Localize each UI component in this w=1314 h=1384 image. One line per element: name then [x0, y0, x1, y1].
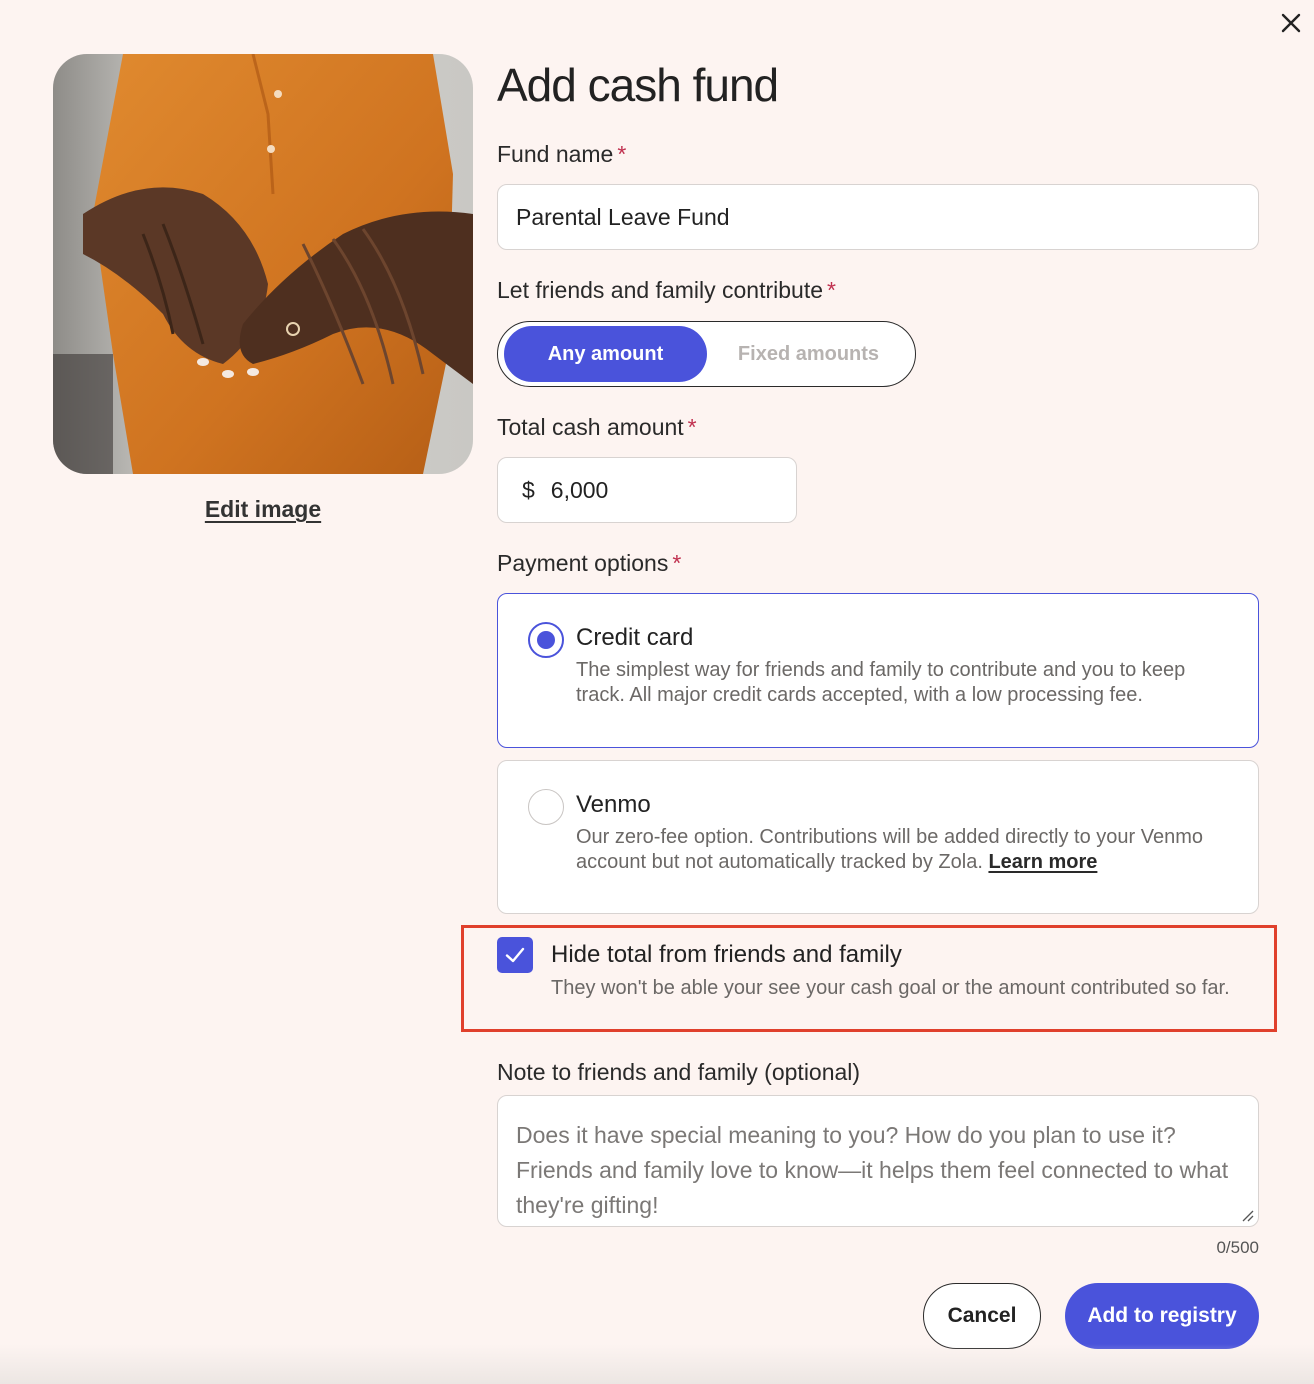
- payment-option-title: Credit card: [576, 624, 694, 651]
- hide-total-checkbox[interactable]: [497, 937, 533, 973]
- close-button[interactable]: [1276, 8, 1306, 38]
- fund-name-label: Fund name *: [497, 141, 627, 167]
- required-mark: *: [687, 414, 697, 440]
- payment-option-title: Venmo: [576, 791, 651, 818]
- total-cash-input[interactable]: $ 6,000: [497, 457, 797, 523]
- payment-option-venmo[interactable]: Venmo Our zero-fee option. Contributions…: [497, 760, 1259, 914]
- contribute-label: Let friends and family contribute *: [497, 277, 836, 303]
- note-placeholder: Does it have special meaning to you? How…: [516, 1122, 1229, 1218]
- fixed-amounts-option[interactable]: Fixed amounts: [707, 326, 910, 382]
- character-counter: 0/500: [1216, 1238, 1259, 1257]
- close-icon: [1281, 13, 1301, 33]
- required-mark: *: [672, 550, 682, 576]
- checkmark-icon: [505, 947, 525, 963]
- learn-more-link[interactable]: Learn more: [988, 851, 1097, 873]
- hide-total-description: They won't be able your see your cash go…: [551, 977, 1230, 999]
- any-amount-option[interactable]: Any amount: [504, 326, 707, 382]
- add-to-registry-button[interactable]: Add to registry: [1065, 1283, 1259, 1349]
- total-cash-label: Total cash amount *: [497, 414, 697, 440]
- payment-option-credit-card[interactable]: Credit card The simplest way for friends…: [497, 593, 1259, 748]
- cancel-button[interactable]: Cancel: [923, 1283, 1041, 1349]
- hide-total-title: Hide total from friends and family: [551, 941, 902, 968]
- bottom-fade: [0, 1344, 1314, 1384]
- contribution-type-toggle: Any amount Fixed amounts: [497, 321, 916, 387]
- credit-card-radio[interactable]: [528, 622, 564, 658]
- payment-options-label: Payment options *: [497, 550, 682, 576]
- fund-name-input[interactable]: Parental Leave Fund: [497, 184, 1259, 250]
- payment-option-description: Our zero-fee option. Contributions will …: [576, 826, 1204, 873]
- note-textarea[interactable]: Does it have special meaning to you? How…: [497, 1095, 1259, 1227]
- required-mark: *: [827, 277, 836, 303]
- edit-image-link[interactable]: Edit image: [53, 496, 473, 523]
- modal-title: Add cash fund: [497, 59, 779, 111]
- required-mark: *: [617, 141, 627, 167]
- venmo-radio[interactable]: [528, 789, 564, 825]
- note-label: Note to friends and family (optional): [497, 1059, 861, 1085]
- payment-option-description: The simplest way for friends and family …: [576, 659, 1186, 706]
- currency-symbol: $: [522, 476, 535, 503]
- resize-handle-icon[interactable]: [1240, 1208, 1254, 1222]
- fund-image: [53, 54, 473, 474]
